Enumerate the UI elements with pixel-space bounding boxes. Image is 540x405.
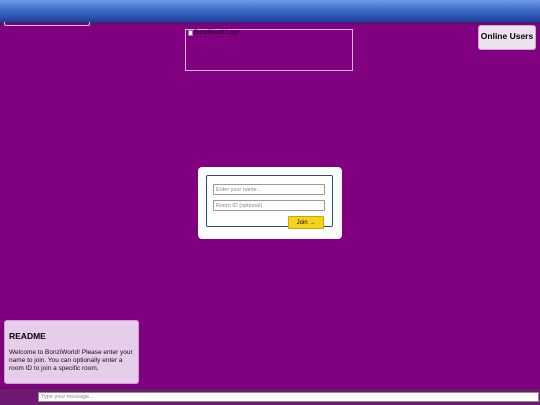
chat-bar: [0, 388, 540, 405]
chat-message-input[interactable]: [38, 392, 539, 402]
top-bar-tab[interactable]: [4, 22, 90, 26]
join-button[interactable]: Join →: [288, 216, 324, 229]
online-users-panel: Online Users: [478, 25, 536, 50]
logo-alt: BonziWorld Logo: [188, 30, 240, 36]
bonziworld-logo: BonziWorld Logo: [185, 29, 353, 71]
top-bar: [0, 0, 540, 23]
readme-panel: README Welcome to BonziWorld! Please ent…: [4, 320, 139, 384]
online-users-title: Online Users: [480, 31, 534, 41]
login-card: Join →: [198, 167, 342, 239]
room-id-input[interactable]: [213, 200, 325, 211]
logo-alt-text: BonziWorld Logo: [194, 30, 240, 36]
readme-title: README: [9, 331, 46, 341]
bonziworld-page: { "logo": { "alt_text": "BonziWorld Logo…: [0, 0, 540, 405]
name-input[interactable]: [213, 184, 325, 195]
broken-image-icon: [188, 30, 193, 36]
readme-body: Welcome to BonziWorld! Please enter your…: [9, 349, 133, 372]
